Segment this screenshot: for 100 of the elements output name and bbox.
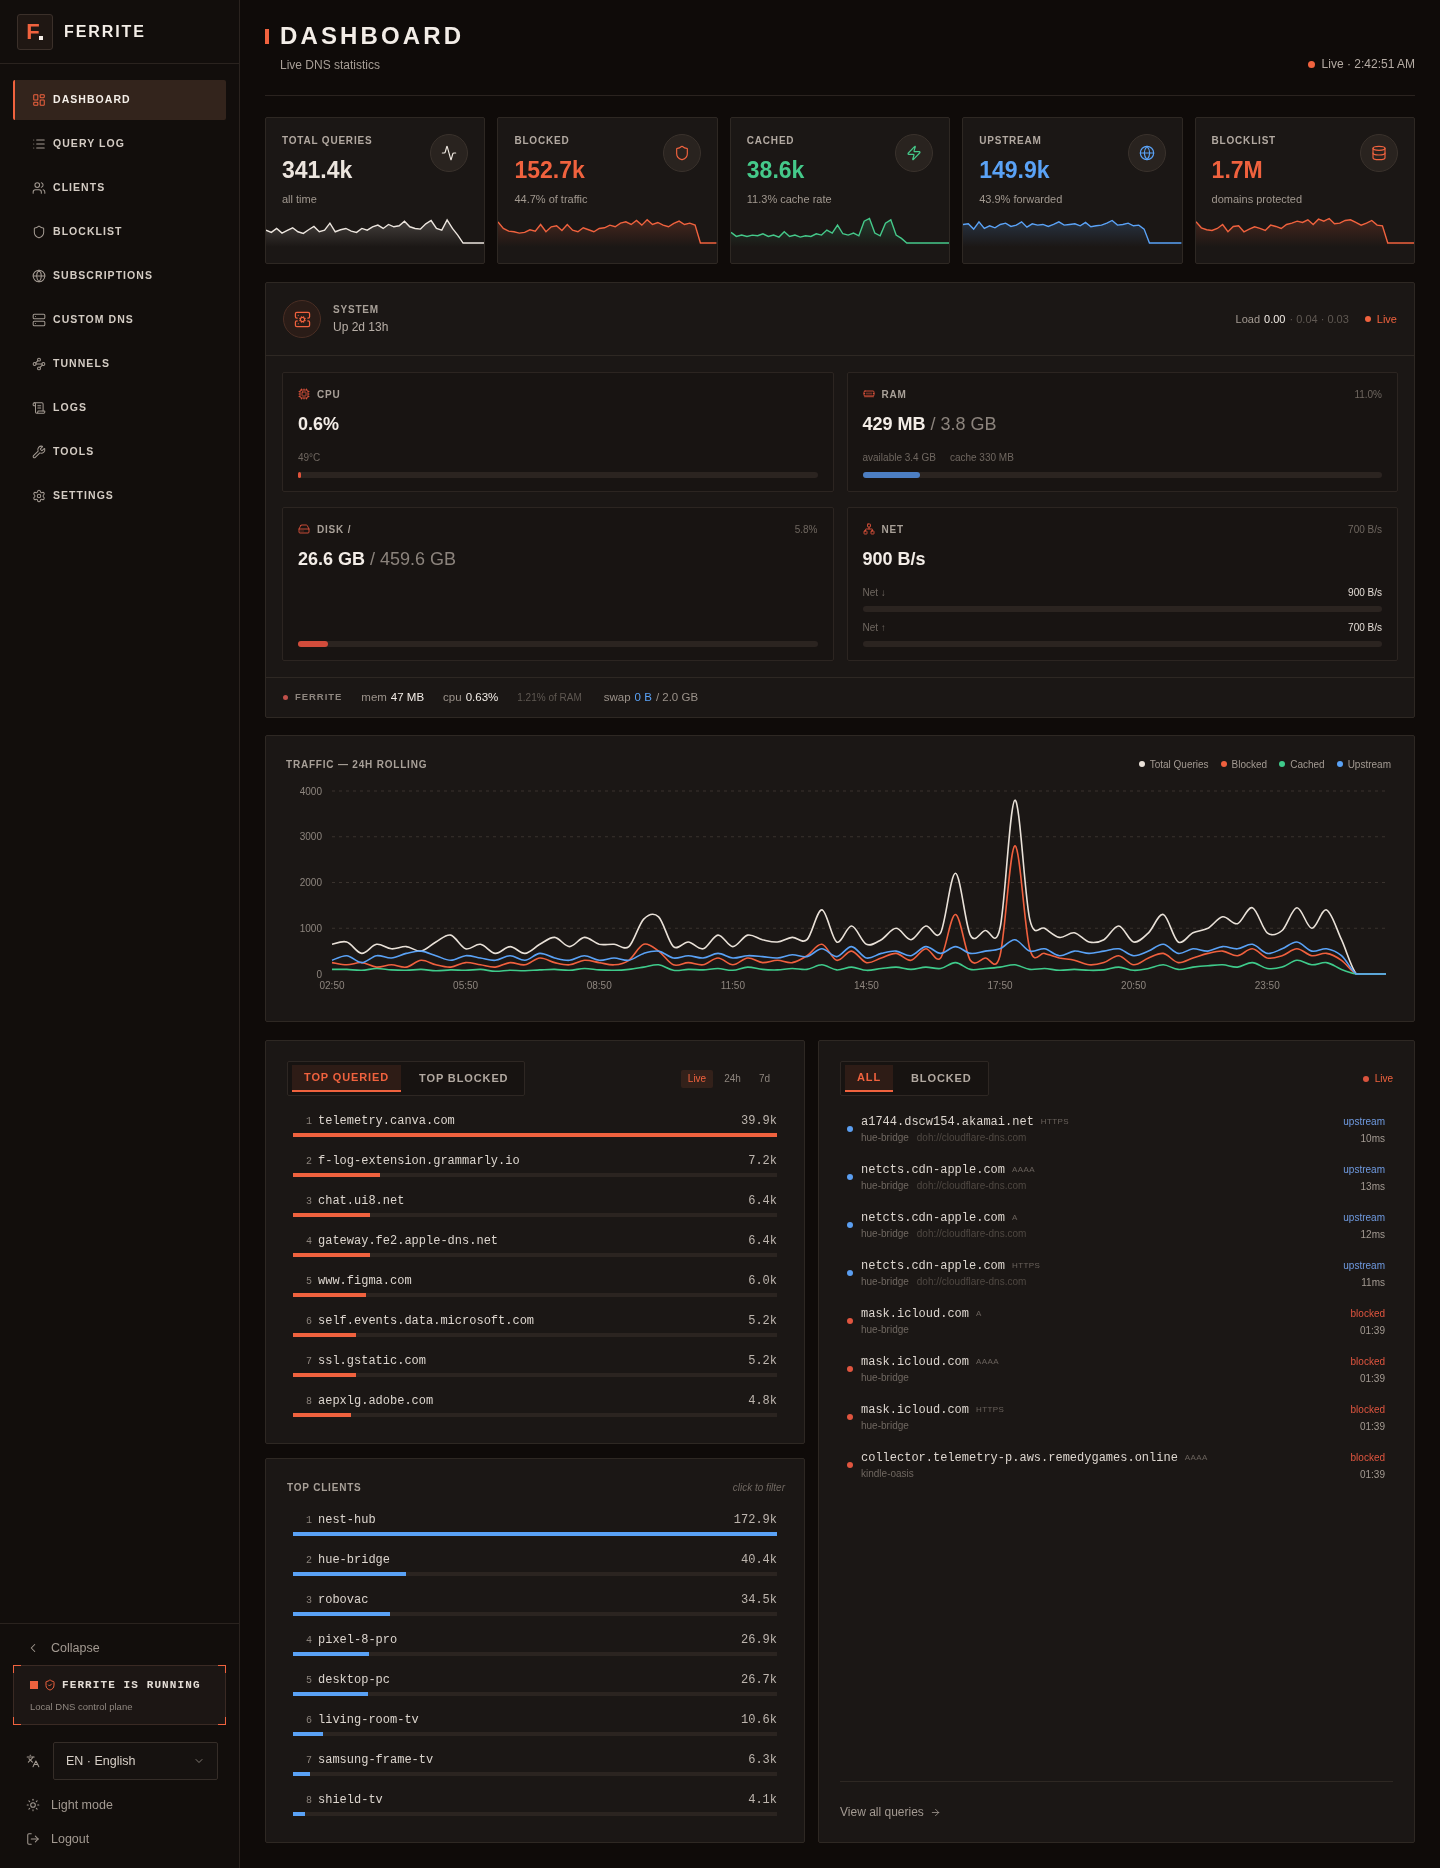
- metric-percent: 11.0%: [1354, 387, 1382, 402]
- logout-button[interactable]: Logout: [13, 1827, 226, 1851]
- brand-name: FERRITE: [64, 21, 146, 42]
- tab[interactable]: TOP BLOCKED: [407, 1065, 521, 1092]
- rank-number: 1: [305, 1114, 313, 1129]
- rate-reading: 900 B/s: [1348, 586, 1382, 600]
- process-stat-label: mem: [361, 689, 387, 705]
- query-client: hue-bridge: [861, 1419, 909, 1433]
- query-time: 01:39: [1359, 1468, 1385, 1482]
- nav-item[interactable]: QUERY LOG: [13, 124, 226, 164]
- rank-name: robovac: [318, 1592, 370, 1609]
- nav-item[interactable]: CUSTOM DNS: [13, 300, 226, 340]
- database-icon: [1360, 134, 1398, 172]
- globe-icon: [32, 269, 46, 283]
- tab[interactable]: TOP QUERIED: [292, 1065, 402, 1092]
- rank-number: 4: [305, 1234, 313, 1249]
- range-option[interactable]: 7d: [751, 1069, 777, 1088]
- collapse-button[interactable]: Collapse: [13, 1636, 226, 1660]
- process-name: FERRITE: [295, 690, 343, 705]
- metric-label: RAM: [881, 387, 907, 402]
- view-all-link[interactable]: View all queries: [840, 1803, 941, 1821]
- rank-number: 2: [305, 1553, 313, 1568]
- network-icon: [862, 523, 875, 535]
- rank-number: 4: [305, 1633, 313, 1648]
- legend-label: Total Queries: [1149, 757, 1209, 772]
- axis-label: 14:50: [853, 980, 879, 991]
- rank-number: 8: [305, 1394, 313, 1409]
- process-stat-value: 0.63%: [465, 689, 499, 705]
- query-client: hue-bridge: [861, 1131, 909, 1145]
- nav-item[interactable]: TUNNELS: [13, 344, 226, 384]
- rank-number: 6: [305, 1314, 313, 1329]
- rate-reading: 700 B/s: [1348, 621, 1382, 635]
- rank-count: 172.9k: [733, 1512, 777, 1529]
- language-select[interactable]: EN · English: [53, 1742, 218, 1780]
- nav-item[interactable]: SUBSCRIPTIONS: [13, 256, 226, 296]
- load-current: 0.00: [1264, 311, 1286, 327]
- axis-label: 3000: [299, 831, 322, 843]
- process-note: 1.21% of RAM: [517, 691, 582, 705]
- rank-name: chat.ui8.net: [318, 1193, 406, 1210]
- query-status: blocked: [1350, 1307, 1385, 1321]
- axis-label: 11:50: [720, 980, 745, 991]
- page-subtitle: Live DNS statistics: [279, 57, 382, 73]
- rank-name: gateway.fe2.apple-dns.net: [318, 1233, 500, 1250]
- tab[interactable]: BLOCKED: [899, 1065, 984, 1092]
- query-time: 01:39: [1359, 1420, 1385, 1434]
- record-type: AAAA: [976, 1356, 999, 1368]
- rank-count: 6.0k: [748, 1273, 777, 1290]
- panel-title: TOP CLIENTS: [287, 1480, 362, 1495]
- query-status: upstream: [1343, 1259, 1385, 1273]
- query-status: blocked: [1350, 1403, 1385, 1417]
- query-domain: mask.icloud.com: [861, 1306, 970, 1323]
- nodes-icon: [32, 357, 46, 371]
- nav-item[interactable]: SETTINGS: [13, 476, 226, 516]
- rank-name: self.events.data.microsoft.com: [318, 1313, 536, 1330]
- arrow-right-icon: [929, 1806, 941, 1818]
- shield-icon: [32, 225, 46, 239]
- shield-icon: [662, 134, 701, 172]
- rank-name: www.figma.com: [318, 1273, 413, 1290]
- tab[interactable]: ALL: [845, 1065, 894, 1092]
- rank-count: 5.2k: [748, 1353, 777, 1370]
- stat-value: 149.9k: [979, 156, 1051, 184]
- rank-count: 4.8k: [748, 1393, 777, 1410]
- query-time: 12ms: [1360, 1228, 1385, 1242]
- nav-item[interactable]: CLIENTS: [13, 168, 226, 208]
- live-status: Live · 2:42:51 AM: [1321, 56, 1415, 72]
- stat-label: TOTAL QUERIES: [282, 134, 373, 148]
- axis-label: 23:50: [1254, 980, 1280, 991]
- nav-item[interactable]: BLOCKLIST: [13, 212, 226, 252]
- nav-item[interactable]: TOOLS: [13, 432, 226, 472]
- server-gear-icon: [283, 300, 321, 338]
- stat-label: BLOCKED: [514, 134, 571, 148]
- metric-label: CPU: [317, 387, 341, 402]
- query-status: upstream: [1343, 1211, 1385, 1225]
- rank-count: 34.5k: [741, 1592, 777, 1609]
- range-option[interactable]: Live: [680, 1069, 714, 1088]
- rank-count: 10.6k: [741, 1712, 777, 1729]
- theme-toggle[interactable]: Light mode: [13, 1793, 226, 1817]
- query-domain: netcts.cdn-apple.com: [861, 1258, 1006, 1275]
- metric-total: / 3.8 GB: [930, 413, 997, 436]
- rank-count: 6.4k: [748, 1193, 777, 1210]
- wrench-icon: [32, 445, 46, 459]
- query-time: 11ms: [1361, 1276, 1385, 1290]
- stat-label: BLOCKLIST: [1211, 134, 1277, 148]
- nav-item[interactable]: LOGS: [13, 388, 226, 428]
- query-time: 01:39: [1359, 1372, 1385, 1386]
- metric-label: NET: [881, 522, 904, 537]
- rank-name: samsung-frame-tv: [318, 1752, 435, 1769]
- axis-label: 05:50: [453, 980, 479, 991]
- rank-number: 6: [305, 1713, 313, 1728]
- rank-count: 5.2k: [748, 1313, 777, 1330]
- query-status: blocked: [1350, 1355, 1385, 1369]
- swap-total: / 2.0 GB: [655, 689, 699, 705]
- server-icon: [32, 313, 46, 327]
- metric-note: cache 330 MB: [949, 451, 1014, 465]
- axis-label: 4000: [299, 785, 322, 797]
- query-client: hue-bridge: [861, 1275, 909, 1289]
- query-domain: collector.telemetry-p.aws.remedygames.online: [861, 1450, 1178, 1467]
- query-client: hue-bridge: [861, 1371, 909, 1385]
- range-option[interactable]: 24h: [717, 1069, 748, 1088]
- nav-item[interactable]: DASHBOARD: [13, 80, 226, 120]
